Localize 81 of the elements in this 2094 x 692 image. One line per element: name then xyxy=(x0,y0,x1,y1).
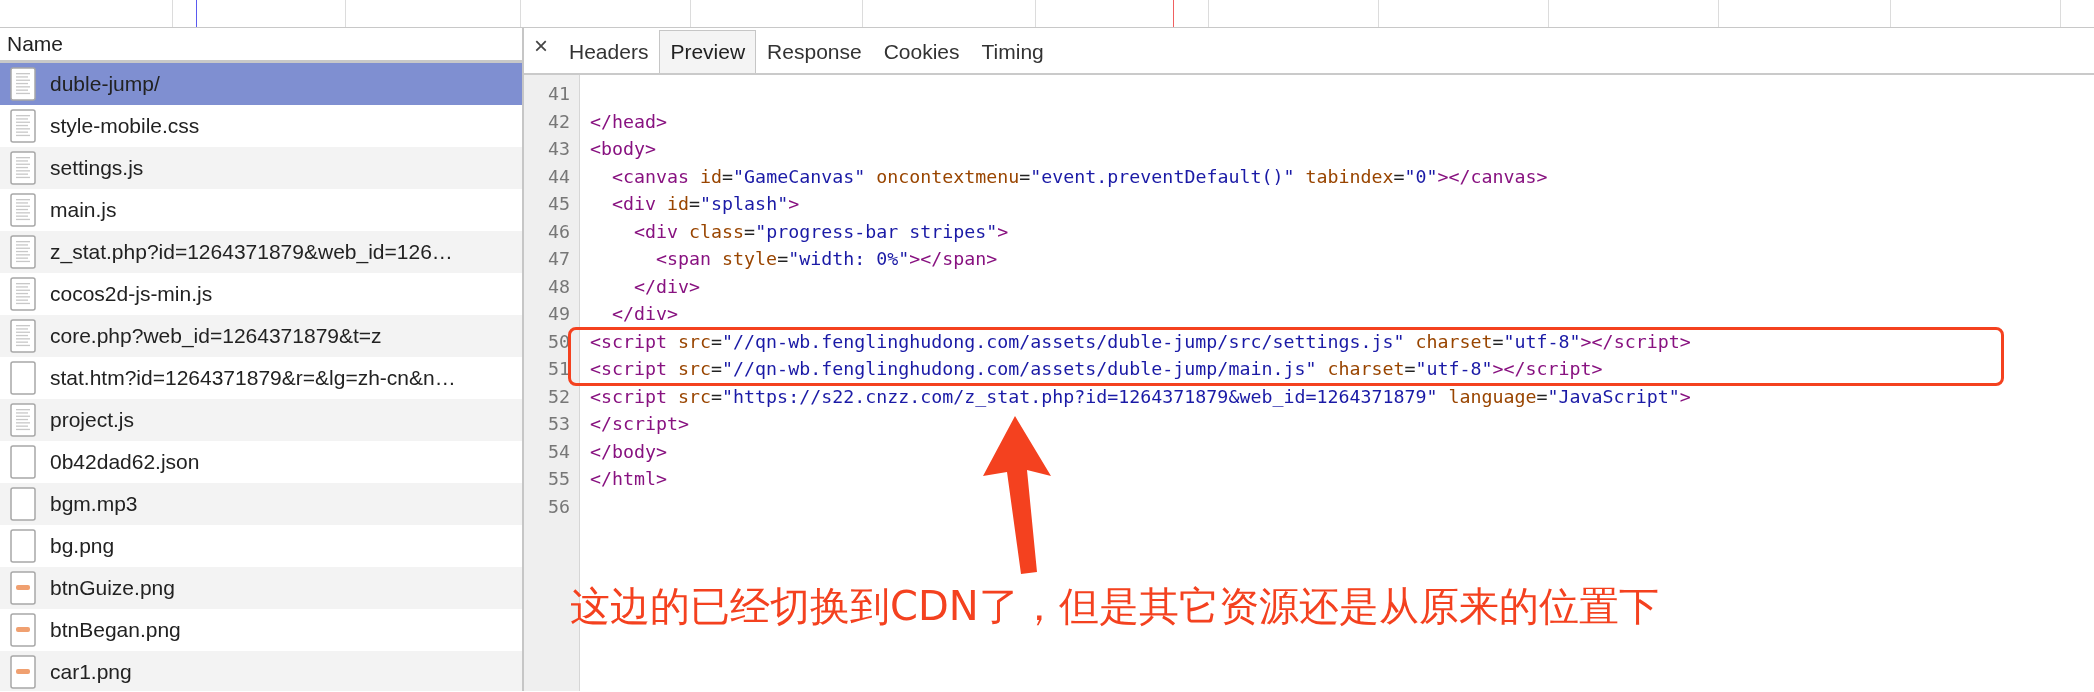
file-icon xyxy=(10,486,36,521)
line-number: 53 xyxy=(547,412,571,436)
request-row[interactable]: cocos2d-js-min.js xyxy=(0,272,522,315)
code-line: <script src="https://s22.cnzz.com/z_stat.php?id=1264371879&web_id=1264371879" language="JavaScript"> xyxy=(590,384,1691,409)
request-name: car1.png xyxy=(50,658,132,685)
request-name: 0b42dad62.json xyxy=(50,448,200,475)
file-icon xyxy=(10,444,36,479)
request-name: z_stat.php?id=1264371879&web_id=126… xyxy=(50,238,453,266)
line-number: 56 xyxy=(547,494,571,519)
request-row[interactable]: main.js xyxy=(0,188,522,231)
request-row[interactable]: project.js xyxy=(0,398,522,441)
line-number: 51 xyxy=(547,357,571,381)
image-file-icon xyxy=(10,570,36,605)
document-icon xyxy=(10,192,36,227)
request-name: cocos2d-js-min.js xyxy=(50,280,213,307)
document-icon xyxy=(10,108,36,143)
tab[interactable]: Cookies xyxy=(872,29,971,73)
code-line: </div> xyxy=(611,302,680,326)
request-name: btnGuize.png xyxy=(50,574,175,601)
document-icon xyxy=(10,402,36,437)
code-line: </script> xyxy=(590,412,691,436)
annotation-text: 这边的已经切换到CDN了，但是其它资源还是从原来的位置下 xyxy=(570,582,1659,631)
line-number: 41 xyxy=(547,82,571,106)
request-name: bgm.mp3 xyxy=(50,490,138,517)
code-line: <div class="progress-bar stripes"> xyxy=(633,219,1010,244)
request-name: core.php?web_id=1264371879&t=z xyxy=(50,322,382,350)
file-icon xyxy=(10,360,36,395)
line-number: 49 xyxy=(547,302,571,326)
line-number: 44 xyxy=(547,164,571,189)
request-name: project.js xyxy=(50,406,135,433)
line-number: 48 xyxy=(547,274,571,299)
code-line: </div> xyxy=(633,274,702,299)
line-number: 54 xyxy=(547,439,571,464)
code-line: </head> xyxy=(590,109,669,134)
code-line: <body> xyxy=(590,137,658,161)
line-number: 47 xyxy=(547,247,571,271)
tab[interactable]: Preview xyxy=(659,29,757,73)
request-name: bg.png xyxy=(50,532,115,559)
image-file-icon xyxy=(10,612,36,647)
code-line: </html> xyxy=(590,467,669,491)
request-name: style-mobile.css xyxy=(50,112,200,139)
request-name: main.js xyxy=(50,196,117,223)
request-name: btnBegan.png xyxy=(50,616,181,643)
request-row[interactable]: core.php?web_id=1264371879&t=z xyxy=(0,314,522,357)
request-row[interactable]: bgm.mp3 xyxy=(0,482,522,525)
tab[interactable]: Timing xyxy=(970,29,1055,73)
close-button[interactable]: × xyxy=(526,24,558,73)
line-number: 42 xyxy=(547,109,571,134)
request-row[interactable]: z_stat.php?id=1264371879&web_id=126… xyxy=(0,230,522,273)
document-icon xyxy=(10,234,36,269)
document-icon xyxy=(10,66,36,101)
code-line: <span style="width: 0%"></span> xyxy=(655,247,999,271)
document-icon xyxy=(10,318,36,353)
request-row[interactable]: btnGuize.png xyxy=(0,566,522,609)
request-row[interactable]: 0b42dad62.json xyxy=(0,440,522,483)
request-row[interactable]: bg.png xyxy=(0,524,522,567)
document-icon xyxy=(10,150,36,185)
request-row[interactable]: duble-jump/ xyxy=(0,62,522,105)
code-line: <script src="//qn-wb.fenglinghudong.com/assets/duble-jump/src/settings.js" charset="utf-8"></script> xyxy=(590,329,1691,354)
request-row[interactable]: settings.js xyxy=(0,146,522,189)
request-row[interactable]: btnBegan.png xyxy=(0,608,522,651)
request-name: duble-jump/ xyxy=(50,70,160,97)
tab[interactable]: Headers xyxy=(558,29,660,73)
request-name: settings.js xyxy=(50,154,144,181)
request-row[interactable]: stat.htm?id=1264371879&r=&lg=zh-cn&n… xyxy=(0,356,522,399)
line-number: 46 xyxy=(547,219,571,244)
code-line: </body> xyxy=(590,439,669,464)
tab[interactable]: Response xyxy=(756,29,873,73)
line-number: 52 xyxy=(547,384,571,409)
line-number: 43 xyxy=(547,137,571,161)
line-number: 55 xyxy=(547,467,571,491)
line-number: 45 xyxy=(547,192,571,216)
request-row[interactable]: style-mobile.css xyxy=(0,104,522,147)
code-line: <div id="splash"> xyxy=(611,192,801,216)
request-name: stat.htm?id=1264371879&r=&lg=zh-cn&n… xyxy=(50,364,456,391)
image-file-icon xyxy=(10,654,36,689)
file-icon xyxy=(10,528,36,563)
code-line: <script src="//qn-wb.fenglinghudong.com/assets/duble-jump/main.js" charset="utf-8"></script> xyxy=(590,357,1604,381)
code-line: <canvas id="GameCanvas" oncontextmenu="event.preventDefault()" tabindex="0"></canvas> xyxy=(611,164,1549,189)
document-icon xyxy=(10,276,36,311)
request-row[interactable]: car1.png xyxy=(0,650,522,691)
